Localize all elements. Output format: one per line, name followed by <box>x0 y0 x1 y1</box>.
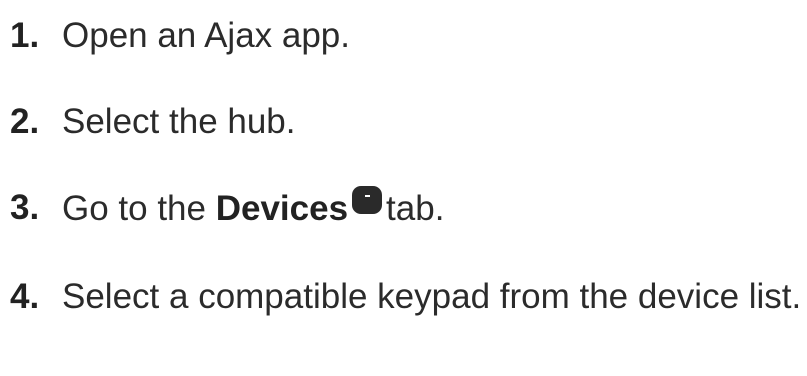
step-number: 4. <box>10 277 40 316</box>
step-number: 1. <box>10 16 40 55</box>
step-text-after: tab. <box>386 189 445 228</box>
step-3: 3. Go to the Devices tab. <box>10 186 444 231</box>
step-2: 2. Select the hub. <box>10 100 296 144</box>
step-text: Select a compatible keypad from the devi… <box>62 277 802 316</box>
step-text-before: Go to the <box>62 189 206 228</box>
step-text: Open an Ajax app. <box>62 16 350 55</box>
step-number: 2. <box>10 102 40 141</box>
devices-tab-icon <box>352 186 383 214</box>
step-number: 3. <box>10 188 40 227</box>
step-text: Go to the Devices tab. <box>62 186 444 231</box>
step-text: Select the hub. <box>62 102 296 141</box>
step-4: 4. Select a compatible keypad from the d… <box>10 275 801 319</box>
devices-label: Devices <box>215 189 349 228</box>
step-1: 1. Open an Ajax app. <box>10 14 350 58</box>
